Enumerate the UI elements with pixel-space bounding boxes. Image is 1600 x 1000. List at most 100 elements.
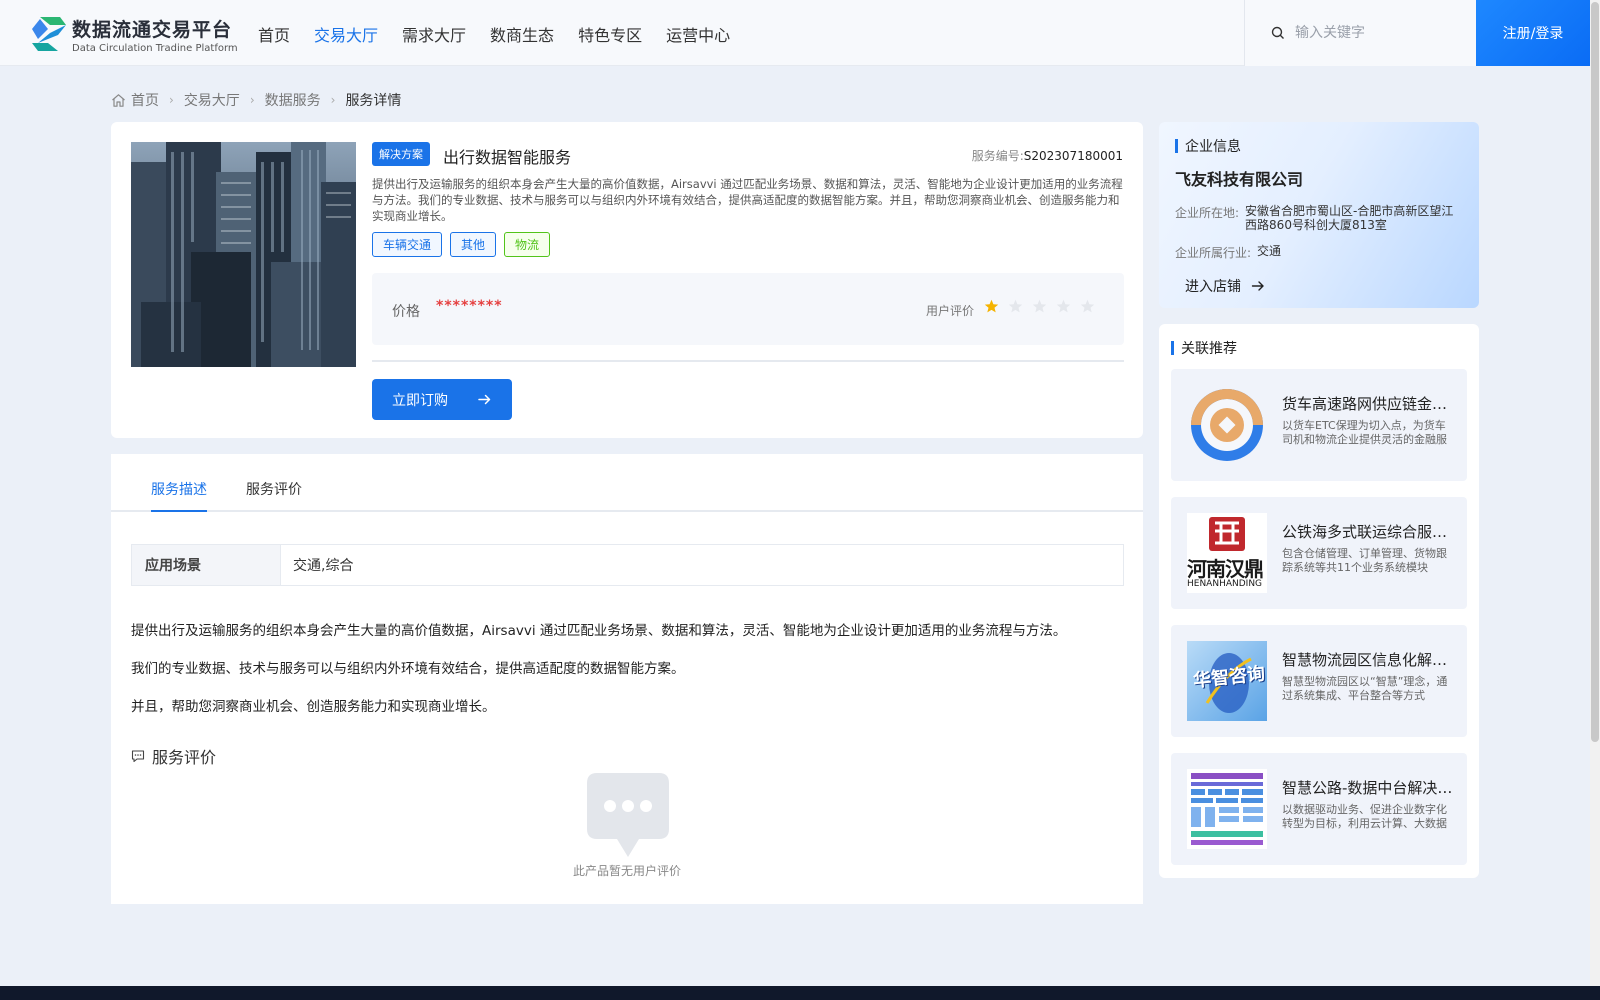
related-item-desc: 以货车ETC保理为切入点，为货车司机和物流企业提供灵活的金融服务 xyxy=(1282,419,1447,446)
related-item-desc: 智慧型物流园区以“智慧”理念，通过系统集成、平台整合等方式 xyxy=(1282,675,1448,702)
nav-item-ecosystem[interactable]: 数商生态 xyxy=(490,22,554,46)
user-rating-label: 用户评价 xyxy=(926,304,975,318)
related-item-title: 智慧物流园区信息化解决方案 xyxy=(1282,651,1454,669)
scene-key: 应用场景 xyxy=(132,545,281,585)
top-header: 数据流通交易平台 Data Circulation Tradine Platfo… xyxy=(0,0,1590,66)
star-icon xyxy=(1032,299,1047,313)
solution-badge: 解决方案 xyxy=(372,142,430,166)
related-thumbnail: 河南汉鼎 HENANHANDING xyxy=(1187,513,1267,593)
breadcrumb: 首页 › 交易大厅 › 数据服务 › 服务详情 xyxy=(111,90,401,110)
tag-other[interactable]: 其他 xyxy=(450,232,497,257)
nav-item-trading-hall[interactable]: 交易大厅 xyxy=(314,22,378,46)
enter-shop-link[interactable]: 进入店铺 xyxy=(1185,276,1265,296)
related-item[interactable]: 华智咨询 智慧物流园区信息化解决方案 智慧型物流园区以“智慧”理念，通过系统集成… xyxy=(1171,625,1467,737)
related-thumbnail xyxy=(1187,385,1267,465)
product-summary-card: 解决方案 出行数据智能服务 服务编号:S202307180001 提供出行及运输… xyxy=(111,122,1143,438)
related-item-desc: 包含仓储管理、订单管理、货物跟踪系统等共11个业务系统模块 xyxy=(1282,547,1447,574)
search-box xyxy=(1244,0,1476,66)
related-item[interactable]: 货车高速路网供应链金融服务 以货车ETC保理为切入点，为货车司机和物流企业提供灵… xyxy=(1171,369,1467,481)
service-number: 服务编号:S202307180001 xyxy=(972,147,1123,164)
breadcrumb-home[interactable]: 首页 xyxy=(131,90,159,110)
industry-label: 企业所属行业: xyxy=(1175,246,1252,260)
related-recommendations-card: 关联推荐 货车高速路网供应链金融服务 以货车ETC保理为切入点，为货车司机和物流… xyxy=(1159,324,1479,878)
search-input[interactable] xyxy=(1295,20,1465,46)
related-item-title: 货车高速路网供应链金融服务 xyxy=(1282,395,1454,413)
related-item-title: 智慧公路-数据中台解决方案 xyxy=(1282,779,1454,797)
price-panel: 价格 ******** 用户评价 xyxy=(372,273,1124,345)
description-paragraph: 并且，帮助您洞察商业机会、创造服务能力和实现商业增长。 xyxy=(131,699,496,715)
main-nav: 首页 交易大厅 需求大厅 数商生态 特色专区 运营中心 xyxy=(258,22,754,46)
review-heading-text: 服务评价 xyxy=(152,748,217,767)
ring-logo-icon xyxy=(1191,389,1263,461)
company-location-row: 企业所在地: 安徽省合肥市蜀山区-合肥市高新区望江西路860号科创大厦813室 xyxy=(1175,204,1461,232)
related-heading: 关联推荐 xyxy=(1171,338,1237,358)
arrow-right-icon xyxy=(478,394,491,405)
location-value: 安徽省合肥市蜀山区-合肥市高新区望江西路860号科创大厦813室 xyxy=(1245,204,1454,232)
price-label: 价格 xyxy=(392,304,420,320)
star-icon xyxy=(1008,299,1023,313)
star-icon xyxy=(984,299,999,313)
breadcrumb-current: 服务详情 xyxy=(345,93,402,109)
related-heading-text: 关联推荐 xyxy=(1181,341,1237,357)
logo-mark-icon xyxy=(32,17,66,51)
search-icon[interactable] xyxy=(1271,26,1285,40)
tab-service-description[interactable]: 服务描述 xyxy=(151,479,207,499)
tab-service-reviews[interactable]: 服务评价 xyxy=(246,479,302,499)
divider xyxy=(372,360,1124,362)
heading-accent-bar xyxy=(1171,341,1174,355)
active-tab-indicator xyxy=(151,510,207,512)
related-thumbnail: 华智咨询 xyxy=(1187,641,1267,721)
nav-item-demand-hall[interactable]: 需求大厅 xyxy=(402,22,466,46)
price-value: ******** xyxy=(436,298,503,314)
star-icon xyxy=(1056,299,1071,313)
product-tags: 车辆交通 其他 物流 xyxy=(372,232,551,257)
order-now-label: 立即订购 xyxy=(392,392,448,409)
logo-subtitle: Data Circulation Tradine Platform xyxy=(72,43,238,54)
empty-review-text: 此产品暂无用户评价 xyxy=(572,864,681,878)
comment-icon xyxy=(131,750,145,763)
chevron-right-icon: › xyxy=(330,93,336,107)
related-item-desc: 以数据驱动业务、促进企业数字化转型为目标，利用云计算、大数据 xyxy=(1282,803,1447,830)
logo-title: 数据流通交易平台 xyxy=(72,19,233,41)
heading-accent-bar xyxy=(1175,139,1178,153)
scrollbar-thumb[interactable] xyxy=(1591,2,1599,742)
service-detail-card: 服务描述 服务评价 应用场景 交通,综合 提供出行及运输服务的组织本身会产生大量… xyxy=(111,454,1143,904)
related-item[interactable]: 河南汉鼎 HENANHANDING 公铁海多式联运综合服务平台 包含仓储管理、订… xyxy=(1171,497,1467,609)
star-icon xyxy=(1080,299,1095,313)
chevron-right-icon: › xyxy=(249,93,255,107)
thumb-brand-subtext: HENANHANDING xyxy=(1187,579,1263,589)
footer xyxy=(0,986,1600,1000)
nav-item-operations-center[interactable]: 运营中心 xyxy=(666,22,730,46)
nav-item-special-zone[interactable]: 特色专区 xyxy=(578,22,642,46)
register-login-button[interactable]: 注册/登录 xyxy=(1476,0,1590,66)
arrow-right-icon xyxy=(1251,281,1264,291)
company-info-heading-text: 企业信息 xyxy=(1185,139,1241,155)
description-paragraph: 提供出行及运输服务的组织本身会产生大量的高价值数据，Airsavvi 通过匹配业… xyxy=(131,623,1067,639)
service-number-label: 服务编号: xyxy=(971,149,1024,163)
related-thumbnail xyxy=(1187,769,1267,849)
chevron-right-icon: › xyxy=(169,93,174,107)
tag-logistics[interactable]: 物流 xyxy=(504,232,551,257)
description-paragraph: 我们的专业数据、技术与服务可以与组织内外环境有效结合，提供高适配度的数据智能方案… xyxy=(131,661,685,677)
home-icon xyxy=(112,93,125,107)
breadcrumb-trading-hall[interactable]: 交易大厅 xyxy=(184,90,240,110)
industry-value: 交通 xyxy=(1257,244,1282,258)
nav-item-home[interactable]: 首页 xyxy=(258,22,290,46)
order-now-button[interactable]: 立即订购 xyxy=(372,379,512,420)
user-rating-stars xyxy=(984,299,1095,314)
enter-shop-label: 进入店铺 xyxy=(1185,279,1241,295)
service-number-value: S202307180001 xyxy=(1023,149,1123,163)
platform-logo[interactable]: 数据流通交易平台 Data Circulation Tradine Platfo… xyxy=(30,13,238,57)
tag-vehicle-traffic[interactable]: 车辆交通 xyxy=(372,232,443,257)
architecture-diagram-icon xyxy=(1191,773,1263,845)
breadcrumb-data-service[interactable]: 数据服务 xyxy=(265,90,321,110)
empty-comment-icon xyxy=(587,773,669,857)
product-image xyxy=(131,142,356,367)
location-label: 企业所在地: xyxy=(1175,206,1240,220)
vertical-scrollbar[interactable] xyxy=(1590,0,1600,1000)
company-name: 飞友科技有限公司 xyxy=(1175,170,1304,189)
related-item[interactable]: 智慧公路-数据中台解决方案 以数据驱动业务、促进企业数字化转型为目标，利用云计算… xyxy=(1171,753,1467,865)
company-info-card: 企业信息 飞友科技有限公司 企业所在地: 安徽省合肥市蜀山区-合肥市高新区望江西… xyxy=(1159,122,1479,308)
thumb-brand-text: 河南汉鼎 xyxy=(1187,557,1264,581)
scene-value: 交通,综合 xyxy=(293,558,354,574)
